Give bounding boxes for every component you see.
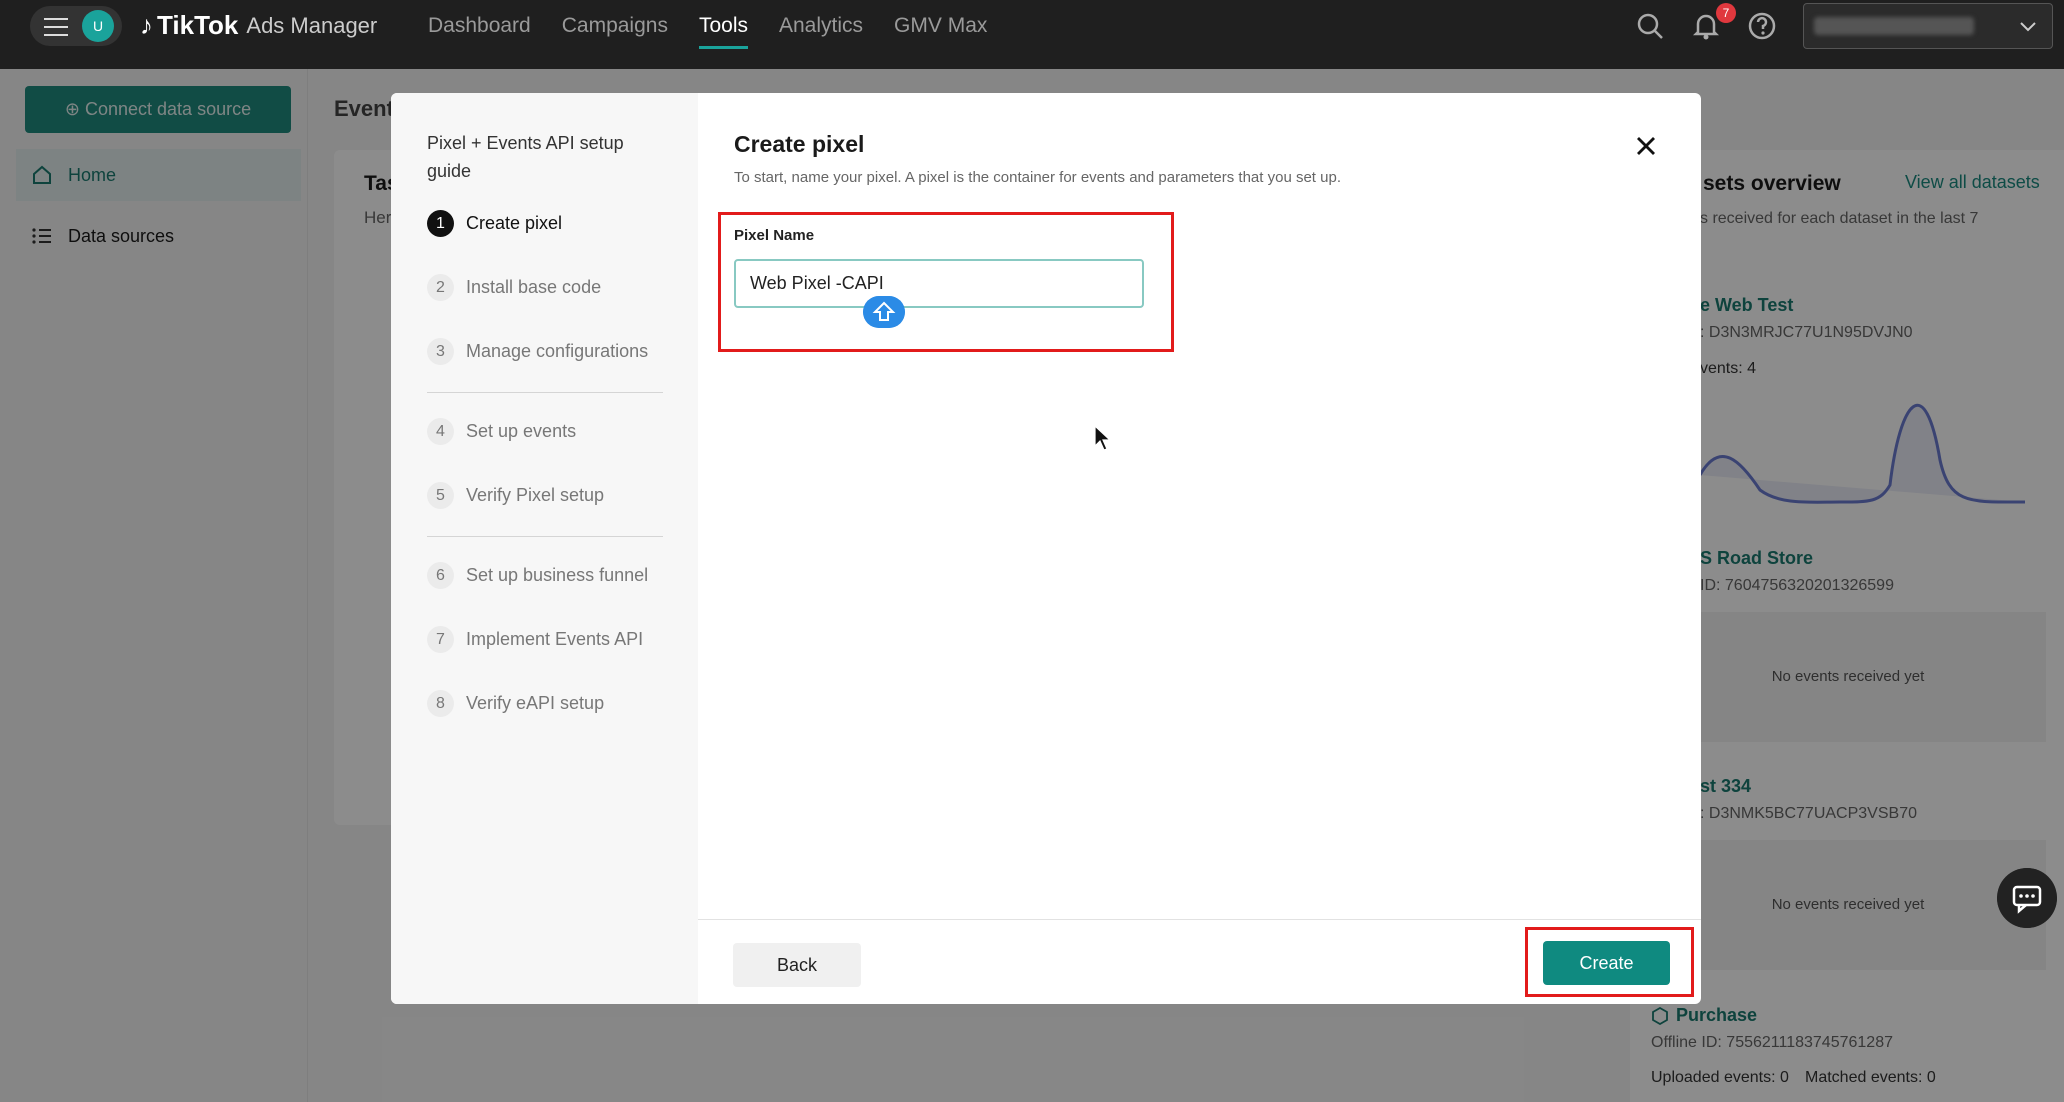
create-pixel-modal: Pixel + Events API setup guide 1 Create p… [391, 93, 1701, 1004]
step-label: Implement Events API [466, 629, 644, 649]
create-button[interactable]: Create [1543, 941, 1670, 985]
menu-button[interactable]: U [30, 6, 122, 46]
step-divider [427, 536, 663, 537]
logo-brand: TikTok [157, 10, 239, 40]
setup-guide: Pixel + Events API setup guide 1 Create p… [391, 93, 698, 1004]
step-install-base-code[interactable]: 2 Install base code [427, 274, 601, 301]
nav-gmv-max[interactable]: GMV Max [894, 14, 987, 49]
step-number: 7 [427, 626, 454, 653]
step-divider [427, 392, 663, 393]
step-verify-pixel-setup[interactable]: 5 Verify Pixel setup [427, 482, 604, 509]
notification-badge: 7 [1716, 3, 1736, 23]
nav-tools[interactable]: Tools [698, 14, 748, 49]
step-number: 4 [427, 418, 454, 445]
pixel-name-label: Pixel Name [734, 227, 815, 244]
help-icon[interactable] [1746, 10, 1778, 42]
step-number: 1 [427, 210, 454, 237]
guide-title: Pixel + Events API setup guide [427, 133, 624, 181]
search-icon[interactable] [1634, 10, 1666, 42]
step-set-up-events[interactable]: 4 Set up events [427, 418, 576, 445]
tiktok-note-icon: ♪ [140, 10, 153, 40]
step-number: 5 [427, 482, 454, 509]
top-bar: U ♪ TikTok Ads Manager Dashboard Campaig… [0, 0, 2064, 69]
mouse-cursor-icon [1094, 424, 1112, 451]
chevron-down-icon [2020, 22, 2036, 32]
step-number: 6 [427, 562, 454, 589]
modal-footer: Back Create [698, 919, 1701, 1004]
step-verify-eapi-setup[interactable]: 8 Verify eAPI setup [427, 690, 604, 717]
step-manage-configurations[interactable]: 3 Manage configurations [427, 338, 648, 365]
step-label: Verify eAPI setup [466, 693, 605, 713]
modal-description: To start, name your pixel. A pixel is th… [734, 169, 1341, 186]
step-create-pixel[interactable]: 1 Create pixel [427, 210, 562, 237]
back-button[interactable]: Back [733, 943, 861, 987]
step-number: 3 [427, 338, 454, 365]
step-number: 8 [427, 690, 454, 717]
chat-support-icon[interactable] [1997, 868, 2057, 928]
step-label: Set up events [466, 421, 577, 441]
logo-product: Ads Manager [246, 12, 378, 38]
hamburger-icon [44, 18, 68, 36]
account-selector[interactable] [1803, 3, 2053, 49]
step-implement-events-api[interactable]: 7 Implement Events API [427, 626, 643, 653]
tiktok-logo[interactable]: ♪ TikTok Ads Manager [140, 10, 377, 41]
nav-campaigns[interactable]: Campaigns [562, 14, 668, 49]
avatar[interactable]: U [82, 10, 114, 42]
main-nav: Dashboard Campaigns Tools Analytics GMV … [428, 14, 987, 49]
step-number: 2 [427, 274, 454, 301]
step-label: Install base code [466, 277, 602, 297]
nav-dashboard[interactable]: Dashboard [428, 14, 531, 49]
account-name-redacted [1814, 17, 1974, 35]
step-label: Create pixel [466, 213, 563, 233]
nav-analytics[interactable]: Analytics [779, 14, 863, 49]
keyboard-shift-icon [863, 296, 905, 328]
pixel-name-input[interactable] [734, 259, 1144, 308]
step-label: Verify Pixel setup [466, 485, 605, 505]
modal-title: Create pixel [734, 131, 865, 157]
step-label: Set up business funnel [466, 565, 649, 585]
step-set-up-business-funnel[interactable]: 6 Set up business funnel [427, 562, 648, 589]
step-label: Manage configurations [466, 341, 649, 361]
close-icon[interactable] [1631, 131, 1661, 161]
